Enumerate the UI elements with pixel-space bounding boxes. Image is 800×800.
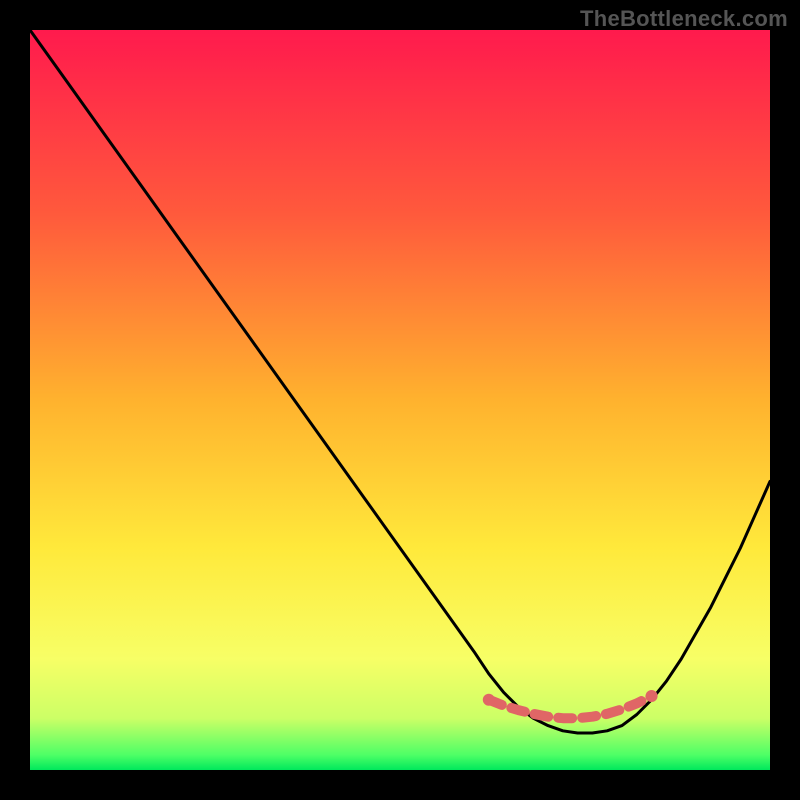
gradient-background xyxy=(30,30,770,770)
optimal-zone-endcap xyxy=(483,694,495,706)
chart-svg xyxy=(30,30,770,770)
watermark-text: TheBottleneck.com xyxy=(580,6,788,32)
plot-area xyxy=(30,30,770,770)
optimal-zone-endcap xyxy=(646,690,658,702)
chart-frame: TheBottleneck.com xyxy=(0,0,800,800)
